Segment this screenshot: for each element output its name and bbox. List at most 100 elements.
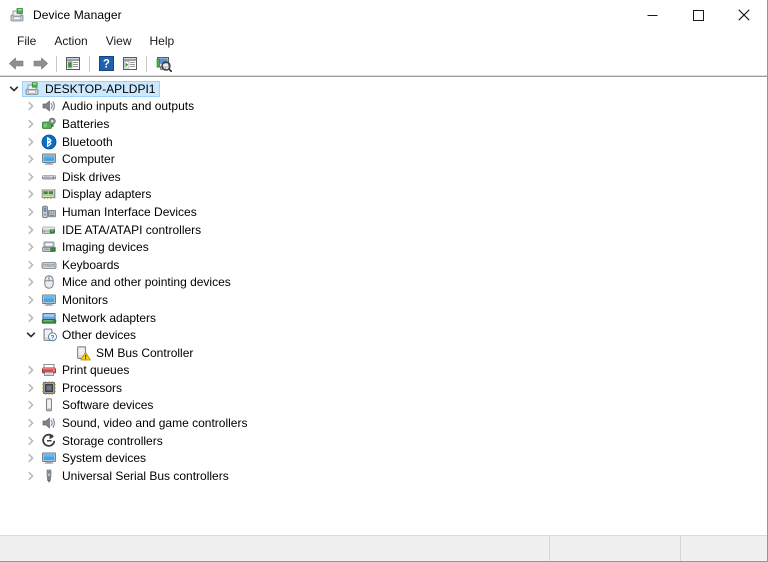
- tree-item-label: Keyboards: [62, 257, 120, 272]
- scan-for-hardware-changes-button[interactable]: [151, 53, 175, 75]
- tree-item-content: Network adapters: [39, 310, 161, 326]
- tree-item-content: Print queues: [39, 362, 134, 378]
- menu-bar: File Action View Help: [0, 30, 767, 52]
- bluetooth-icon: [41, 134, 57, 150]
- tree-item-keyboards[interactable]: Keyboards: [0, 256, 767, 274]
- properties-button[interactable]: [61, 53, 85, 75]
- chevron-right-icon[interactable]: [23, 134, 39, 150]
- chevron-right-icon[interactable]: [23, 468, 39, 484]
- chevron-right-icon[interactable]: [23, 292, 39, 308]
- tree-item-processors[interactable]: Processors: [0, 379, 767, 397]
- tree-item-sound-video-and-game-controllers[interactable]: Sound, video and game controllers: [0, 414, 767, 432]
- tree-item-desktop-apldpi1[interactable]: DESKTOP-APLDPI1: [0, 80, 767, 98]
- back-button[interactable]: [4, 53, 28, 75]
- tree-item-batteries[interactable]: Batteries: [0, 115, 767, 133]
- chevron-right-icon[interactable]: [23, 169, 39, 185]
- status-pane-secondary: [549, 536, 680, 561]
- tree-item-label: System devices: [62, 451, 147, 466]
- computer-root-icon: [24, 81, 40, 97]
- tree-item-software-devices[interactable]: Software devices: [0, 397, 767, 415]
- chevron-right-icon[interactable]: [23, 98, 39, 114]
- menu-item-file[interactable]: File: [8, 32, 45, 51]
- tree-item-network-adapters[interactable]: Network adapters: [0, 309, 767, 327]
- close-button[interactable]: [721, 0, 767, 30]
- tree-item-label: IDE ATA/ATAPI controllers: [62, 222, 202, 237]
- menu-item-view[interactable]: View: [97, 32, 141, 51]
- status-pane-tertiary: [680, 536, 767, 561]
- disk-drive-icon: [41, 169, 57, 185]
- chevron-right-icon[interactable]: [23, 257, 39, 273]
- maximize-button[interactable]: [675, 0, 721, 30]
- tree-item-system-devices[interactable]: System devices: [0, 449, 767, 467]
- hid-icon: [41, 204, 57, 220]
- chevron-right-icon[interactable]: [23, 186, 39, 202]
- chevron-right-icon[interactable]: [23, 380, 39, 396]
- tree-item-display-adapters[interactable]: Display adapters: [0, 186, 767, 204]
- tree-item-mice-and-other-pointing-devices[interactable]: Mice and other pointing devices: [0, 274, 767, 292]
- console-tree-pane: DESKTOP-APLDPI1 Audio inputs and outputs B…: [0, 76, 767, 535]
- tree-item-universal-serial-bus-controllers[interactable]: Universal Serial Bus controllers: [0, 467, 767, 485]
- tree-item-disk-drives[interactable]: Disk drives: [0, 168, 767, 186]
- tree-item-sm-bus-controller[interactable]: SM Bus Controller: [0, 344, 767, 362]
- tree-item-content: Mice and other pointing devices: [39, 274, 236, 290]
- imaging-device-icon: [41, 239, 57, 255]
- twisty-placeholder: [57, 345, 73, 361]
- tree-item-content: Disk drives: [39, 169, 126, 185]
- toolbar-separator-3: [146, 55, 147, 72]
- chevron-right-icon[interactable]: [23, 151, 39, 167]
- display-adapter-icon: [41, 186, 57, 202]
- tree-item-audio-inputs-and-outputs[interactable]: Audio inputs and outputs: [0, 98, 767, 116]
- show-hide-console-tree-button[interactable]: [118, 53, 142, 75]
- tree-item-content: System devices: [39, 450, 151, 466]
- tree-item-content: Human Interface Devices: [39, 204, 202, 220]
- chevron-right-icon[interactable]: [23, 433, 39, 449]
- tree-item-label: Universal Serial Bus controllers: [62, 468, 229, 483]
- monitor-icon: [41, 292, 57, 308]
- minimize-button[interactable]: [629, 0, 675, 30]
- chevron-right-icon[interactable]: [23, 362, 39, 378]
- tree-item-content: Display adapters: [39, 186, 156, 202]
- toolbar-separator-1: [56, 55, 57, 72]
- tree-item-imaging-devices[interactable]: Imaging devices: [0, 238, 767, 256]
- speaker-icon: [41, 415, 57, 431]
- tree-item-bluetooth[interactable]: Bluetooth: [0, 133, 767, 151]
- chevron-right-icon[interactable]: [23, 450, 39, 466]
- tree-item-monitors[interactable]: Monitors: [0, 291, 767, 309]
- tree-item-label: Monitors: [62, 292, 109, 307]
- tree-item-label: Sound, video and game controllers: [62, 416, 248, 431]
- help-button[interactable]: ?: [94, 53, 118, 75]
- tree-item-storage-controllers[interactable]: Storage controllers: [0, 432, 767, 450]
- chevron-right-icon[interactable]: [23, 239, 39, 255]
- menu-item-help[interactable]: Help: [141, 32, 184, 51]
- chevron-right-icon[interactable]: [23, 116, 39, 132]
- tree-item-label: Disk drives: [62, 169, 121, 184]
- tree-item-content: Computer: [39, 151, 120, 167]
- chevron-down-icon[interactable]: [6, 81, 22, 97]
- tree-item-content: Imaging devices: [39, 239, 154, 255]
- unknown-device-warning-icon: [75, 345, 91, 361]
- tree-item-computer[interactable]: Computer: [0, 150, 767, 168]
- chevron-right-icon[interactable]: [23, 415, 39, 431]
- chevron-down-icon[interactable]: [23, 327, 39, 343]
- chevron-right-icon[interactable]: [23, 204, 39, 220]
- forward-button[interactable]: [28, 53, 52, 75]
- processor-icon: [41, 380, 57, 396]
- device-tree[interactable]: DESKTOP-APLDPI1 Audio inputs and outputs B…: [0, 77, 767, 535]
- tree-item-other-devices[interactable]: ? Other devices: [0, 326, 767, 344]
- tree-item-content: Bluetooth: [39, 134, 118, 150]
- tree-item-content: Processors: [39, 380, 127, 396]
- chevron-right-icon[interactable]: [23, 397, 39, 413]
- keyboard-icon: [41, 257, 57, 273]
- tree-item-label: DESKTOP-APLDPI1: [45, 81, 156, 96]
- status-bar: [0, 535, 767, 561]
- chevron-right-icon[interactable]: [23, 274, 39, 290]
- software-device-icon: [41, 397, 57, 413]
- tree-item-print-queues[interactable]: Print queues: [0, 362, 767, 380]
- chevron-right-icon[interactable]: [23, 310, 39, 326]
- storage-controller-icon: [41, 433, 57, 449]
- tree-item-ide-ata-atapi-controllers[interactable]: IDE ATA/ATAPI controllers: [0, 221, 767, 239]
- tree-item-human-interface-devices[interactable]: Human Interface Devices: [0, 203, 767, 221]
- tree-item-label: Processors: [62, 380, 123, 395]
- menu-item-action[interactable]: Action: [45, 32, 96, 51]
- chevron-right-icon[interactable]: [23, 222, 39, 238]
